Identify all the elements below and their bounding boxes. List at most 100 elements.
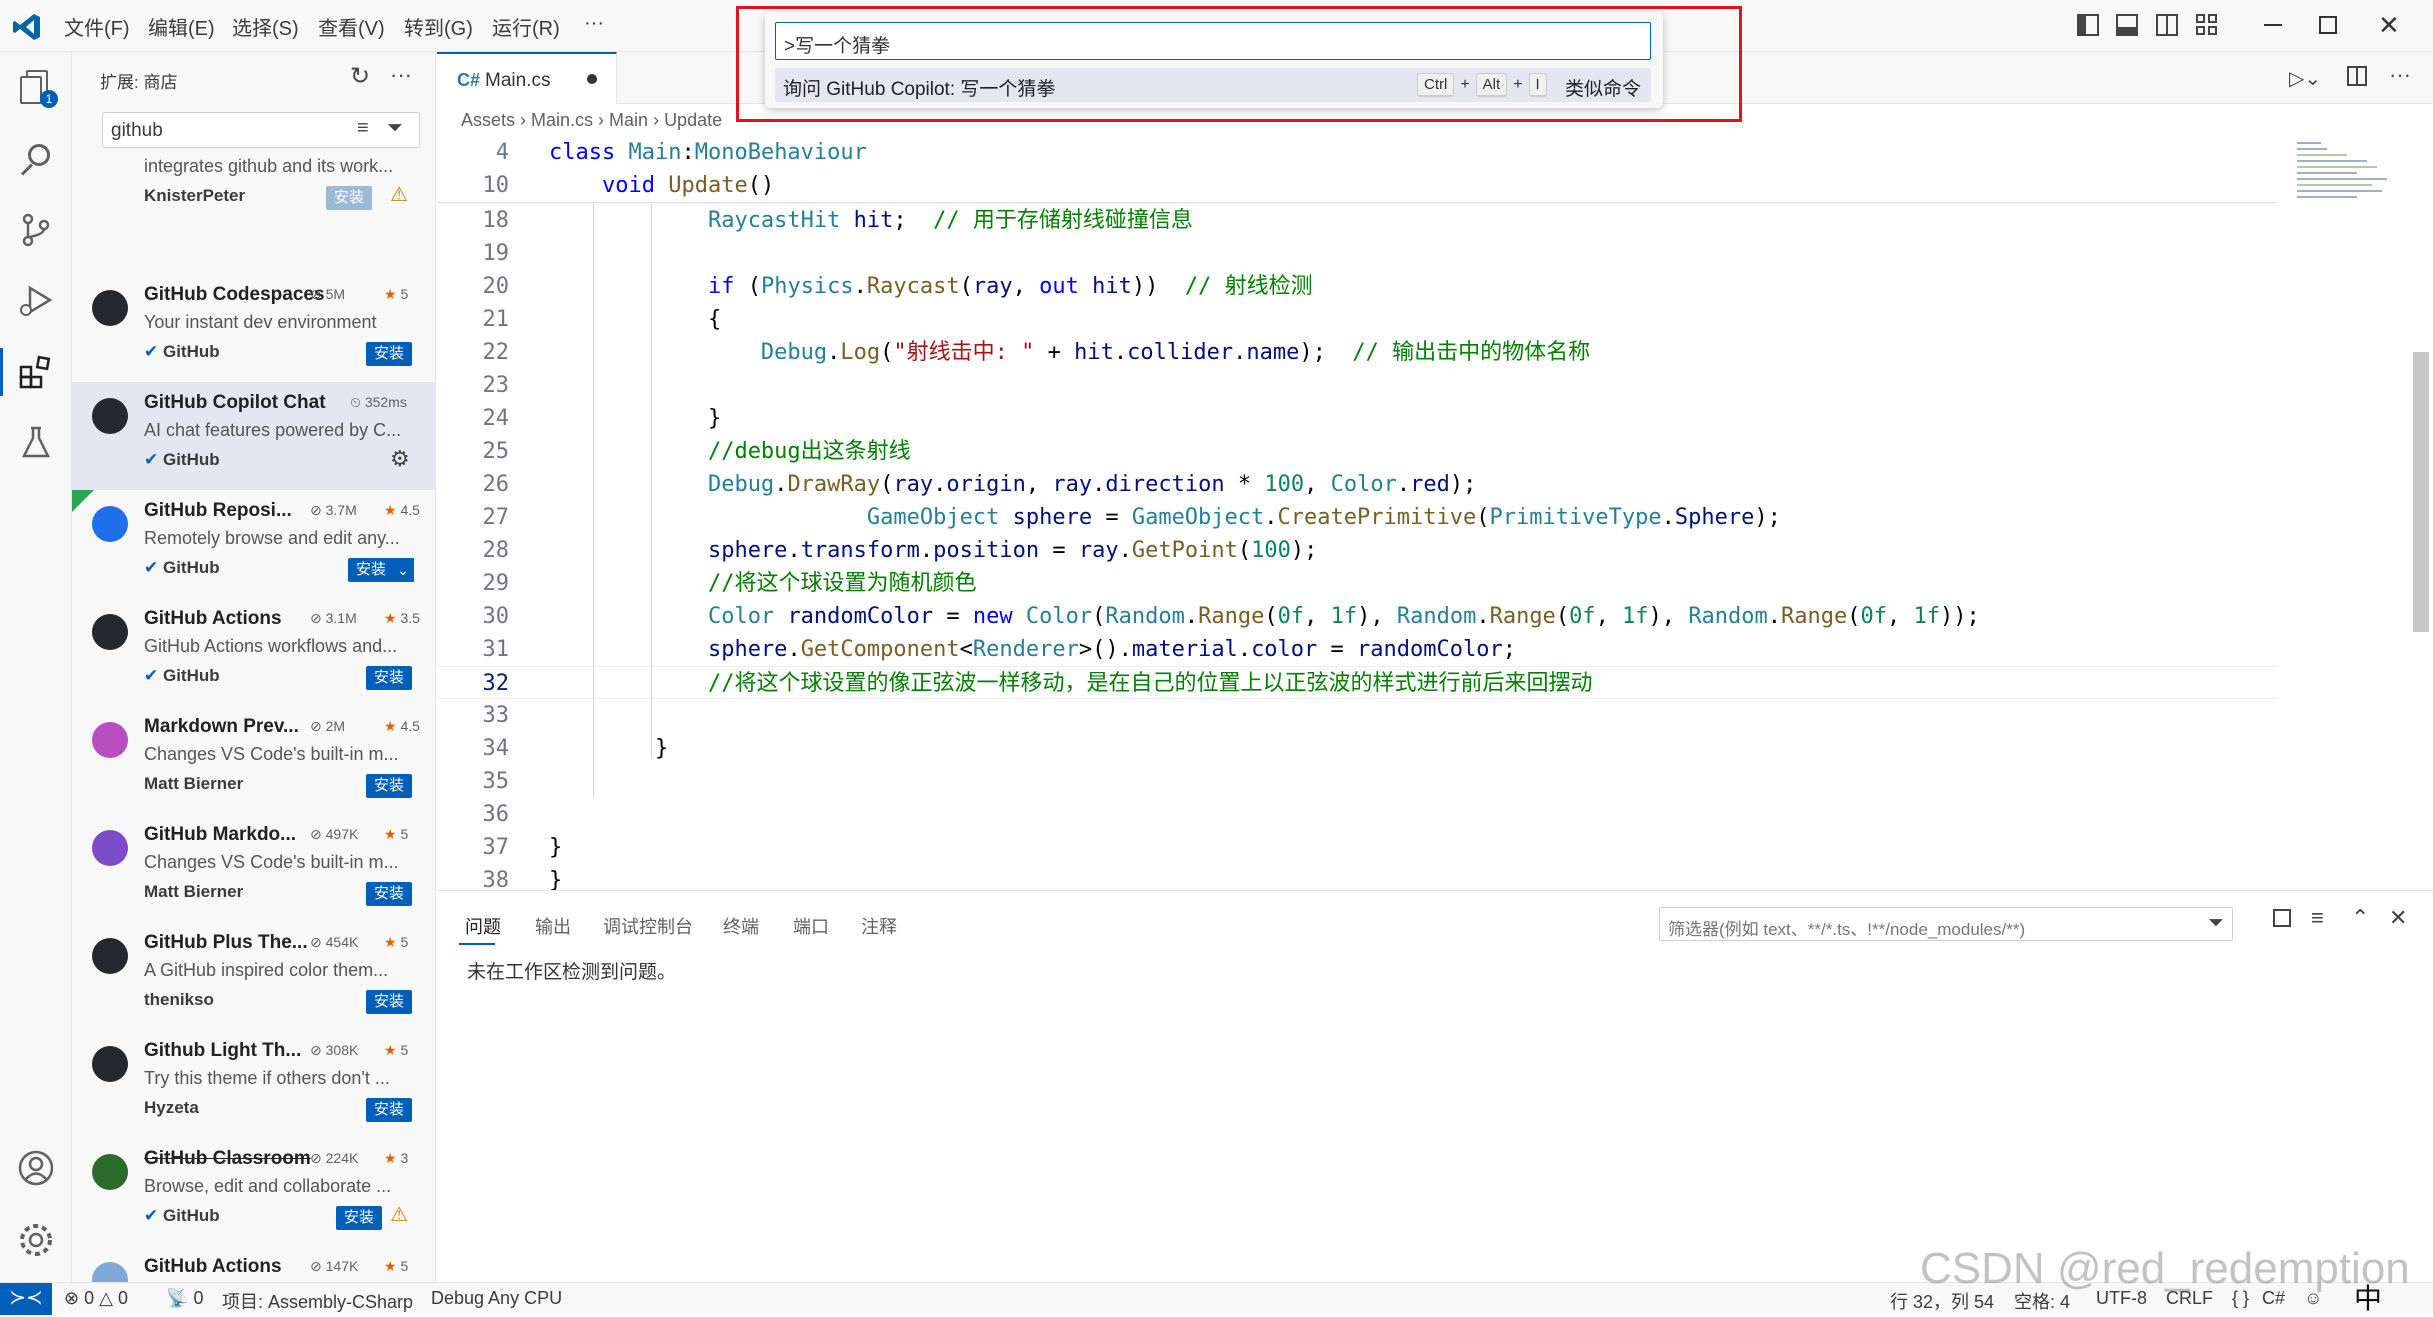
code-editor[interactable]: 4 class Main:MonoBehaviour 10 void Update(… xyxy=(437,136,2433,893)
run-icon[interactable]: ▷⌄ xyxy=(2289,66,2321,91)
partial-install-button[interactable]: 安装 xyxy=(326,186,373,210)
panel-tab[interactable]: 输出 xyxy=(535,913,571,939)
code-line[interactable]: 18 RaycastHit hit; // 用于存储射线碰撞信息 xyxy=(437,204,2433,237)
minimize-icon[interactable] xyxy=(2264,24,2282,26)
extensions-icon[interactable] xyxy=(18,354,54,390)
install-dropdown-icon[interactable]: ⌄ xyxy=(392,558,414,582)
problems-status[interactable]: ⊗ 0 △ 0 xyxy=(64,1288,128,1309)
code-line[interactable]: 19 xyxy=(437,237,2433,270)
panel-filter-icon[interactable]: ⏷ xyxy=(2208,912,2224,935)
customize-layout-icon[interactable] xyxy=(2196,14,2218,36)
refresh-icon[interactable]: ↻ xyxy=(350,62,370,91)
config-status[interactable]: Debug Any CPU xyxy=(431,1288,562,1309)
extension-item[interactable]: GitHub Codespaces ⊘ 5M ★ 5 Your instant … xyxy=(72,274,435,382)
account-icon[interactable] xyxy=(18,1150,54,1186)
breadcrumb-item[interactable]: Main xyxy=(609,110,648,130)
menu-item-2[interactable]: 选择(S) xyxy=(232,12,299,41)
code-line[interactable]: 35 xyxy=(437,765,2433,798)
code-line[interactable]: 30 Color randomColor = new Color(Random.… xyxy=(437,600,2433,633)
command-result-item[interactable]: 询问 GitHub Copilot: 写一个猜拳 Ctrl + Alt + I 类似命令 xyxy=(775,68,1651,102)
panel-tab[interactable]: 问题 xyxy=(465,913,501,939)
toggle-secondary-sidebar-icon[interactable] xyxy=(2156,14,2178,36)
run-debug-icon[interactable] xyxy=(18,282,54,318)
extension-item[interactable]: GitHub Copilot Chat ⏲ 352ms AI chat feat… xyxy=(72,382,435,490)
panel-tab[interactable]: 调试控制台 xyxy=(603,913,693,939)
menu-item-5[interactable]: 运行(R) xyxy=(492,12,560,41)
sticky-scroll-line[interactable]: 10 void Update() xyxy=(437,169,2433,202)
menu-item-0[interactable]: 文件(F) xyxy=(64,12,130,41)
collapse-all-icon[interactable] xyxy=(2273,909,2291,927)
editor-more-icon[interactable]: ··· xyxy=(2389,62,2411,88)
code-line[interactable]: 29 //将这个球设置为随机颜色 xyxy=(437,567,2433,600)
filter-icon[interactable]: ⏷ xyxy=(387,117,403,140)
panel-tab[interactable]: 端口 xyxy=(793,913,829,939)
install-button[interactable]: 安装 xyxy=(366,342,413,366)
install-button[interactable]: 安装 xyxy=(336,1206,383,1230)
menu-item-1[interactable]: 编辑(E) xyxy=(148,12,215,41)
split-editor-icon[interactable] xyxy=(2347,66,2367,86)
menu-item-6[interactable]: ··· xyxy=(584,12,604,35)
code-line[interactable]: 24 } xyxy=(437,402,2433,435)
close-window-icon[interactable]: ✕ xyxy=(2378,12,2400,38)
code-line[interactable]: 36 xyxy=(437,798,2433,831)
extension-item[interactable]: GitHub Classroom ⊘ 224K ★ 3 Browse, edit… xyxy=(72,1138,435,1246)
install-button[interactable]: 安装 xyxy=(366,774,413,798)
ports-status[interactable]: 📡 0 xyxy=(166,1288,203,1309)
editor-scrollbar[interactable] xyxy=(2413,352,2429,632)
code-line[interactable]: 22 Debug.Log("射线击中: " + hit.collider.nam… xyxy=(437,336,2433,369)
panel-tab[interactable]: 终端 xyxy=(723,913,759,939)
unsaved-dot-icon[interactable] xyxy=(587,74,597,84)
command-input[interactable]: >写一个猜拳 xyxy=(775,22,1651,60)
code-line[interactable]: 31 sphere.GetComponent<Renderer>().mater… xyxy=(437,633,2433,666)
maximize-panel-icon[interactable]: ⌃ xyxy=(2351,905,2369,931)
code-line[interactable]: 23 xyxy=(437,369,2433,402)
close-panel-icon[interactable]: ✕ xyxy=(2389,905,2407,931)
breadcrumb-item[interactable]: Update xyxy=(664,110,722,130)
breadcrumb-item[interactable]: Main.cs xyxy=(531,110,593,130)
manage-gear-icon[interactable]: ⚙ xyxy=(390,446,410,472)
install-button[interactable]: 安装 xyxy=(348,558,395,582)
code-line[interactable]: 32 //将这个球设置的像正弦波一样移动，是在自己的位置上以正弦波的样式进行前后… xyxy=(437,666,2277,699)
source-control-icon[interactable] xyxy=(18,212,54,248)
code-line[interactable]: 37} xyxy=(437,831,2433,864)
code-line[interactable]: 20 if (Physics.Raycast(ray, out hit)) //… xyxy=(437,270,2433,303)
code-line[interactable]: 26 Debug.DrawRay(ray.origin, ray.directi… xyxy=(437,468,2433,501)
extension-item[interactable]: GitHub Plus The... ⊘ 454K ★ 5 A GitHub i… xyxy=(72,922,435,1030)
explorer-icon[interactable]: 1 xyxy=(18,68,58,108)
view-as-icon[interactable]: ≡ xyxy=(2311,905,2324,931)
panel-tab[interactable]: 注释 xyxy=(861,913,897,939)
maximize-icon[interactable] xyxy=(2319,16,2337,34)
more-actions-icon[interactable]: ··· xyxy=(390,62,412,88)
toggle-panel-icon[interactable] xyxy=(2116,14,2138,36)
extension-item[interactable]: GitHub Actions ⊘ 147K ★ 5 YAML schema va… xyxy=(72,1246,435,1282)
code-line[interactable]: 28 sphere.transform.position = ray.GetPo… xyxy=(437,534,2433,567)
menu-item-4[interactable]: 转到(G) xyxy=(404,12,473,41)
extension-item[interactable]: GitHub Reposi... ⊘ 3.7M ★ 4.5 Remotely b… xyxy=(72,490,435,598)
project-status[interactable]: 项目: Assembly-CSharp xyxy=(222,1288,413,1314)
extension-item[interactable]: Github Light Th... ⊘ 308K ★ 5 Try this t… xyxy=(72,1030,435,1138)
extension-search-input[interactable]: github ≡ ⏷ xyxy=(102,112,420,148)
search-icon[interactable] xyxy=(18,142,54,178)
minimap[interactable] xyxy=(2297,138,2407,258)
code-line[interactable]: 25 //debug出这条射线 xyxy=(437,435,2433,468)
toggle-sidebar-icon[interactable] xyxy=(2077,14,2099,36)
install-button[interactable]: 安装 xyxy=(366,990,413,1014)
code-line[interactable]: 21 { xyxy=(437,303,2433,336)
problems-filter-input[interactable]: 筛选器(例如 text、**/*.ts、!**/node_modules/**)… xyxy=(1659,907,2233,941)
install-button[interactable]: 安装 xyxy=(366,666,413,690)
code-line[interactable]: 33 xyxy=(437,699,2433,732)
clear-filter-icon[interactable]: ≡ xyxy=(357,117,369,140)
sticky-scroll-line[interactable]: 4 class Main:MonoBehaviour xyxy=(437,136,2433,169)
install-button[interactable]: 安装 xyxy=(366,882,413,906)
tab-main-cs[interactable]: C# Main.cs xyxy=(437,52,617,104)
testing-icon[interactable] xyxy=(18,424,54,460)
extension-item[interactable]: Markdown Prev... ⊘ 2M ★ 4.5 Changes VS C… xyxy=(72,706,435,814)
code-line[interactable]: 27 GameObject sphere = GameObject.Create… xyxy=(437,501,2433,534)
code-line[interactable]: 34 } xyxy=(437,732,2433,765)
extension-item[interactable]: GitHub Actions ⊘ 3.1M ★ 3.5 GitHub Actio… xyxy=(72,598,435,706)
menu-item-3[interactable]: 查看(V) xyxy=(318,12,385,41)
breadcrumb-item[interactable]: Assets xyxy=(461,110,515,130)
install-button[interactable]: 安装 xyxy=(366,1098,413,1122)
extension-item[interactable]: GitHub Markdo... ⊘ 497K ★ 5 Changes VS C… xyxy=(72,814,435,922)
remote-icon[interactable]: ≻≺ xyxy=(0,1283,52,1315)
